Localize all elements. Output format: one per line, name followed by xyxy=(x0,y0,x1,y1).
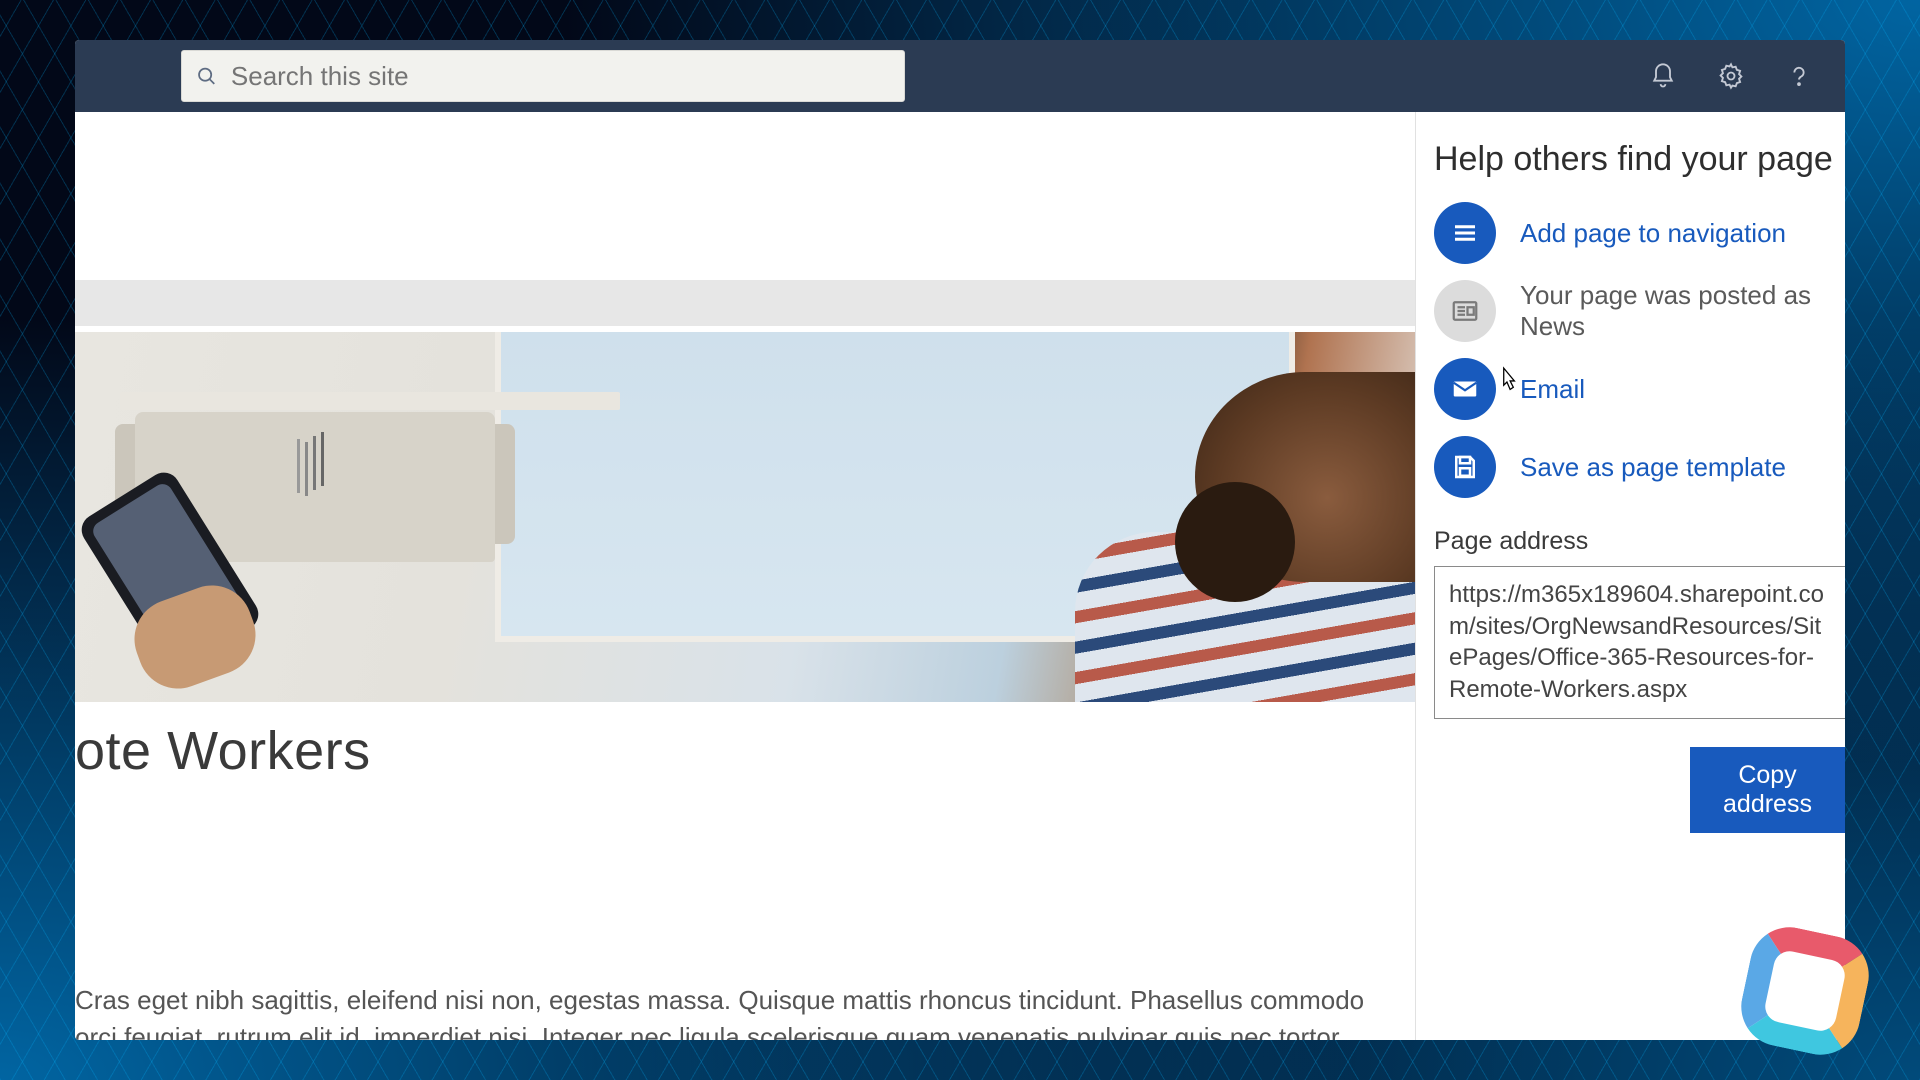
add-to-navigation-label: Add page to navigation xyxy=(1520,218,1786,249)
page-body-text: Cras eget nibh sagittis, eleifend nisi n… xyxy=(75,982,1375,1040)
search-icon xyxy=(196,65,217,87)
help-others-panel: Help others find your page Add page to n… xyxy=(1415,112,1845,1040)
settings-button[interactable] xyxy=(1703,48,1759,104)
suite-header xyxy=(75,40,1845,112)
search-box[interactable] xyxy=(181,50,905,102)
notifications-button[interactable] xyxy=(1635,48,1691,104)
question-icon xyxy=(1785,62,1813,90)
page-title: ote Workers xyxy=(75,720,371,782)
posted-as-news-label: Your page was posted as News xyxy=(1520,280,1845,342)
page-canvas: ote Workers Cras eget nibh sagittis, ele… xyxy=(75,112,1415,1040)
app-window: ote Workers Cras eget nibh sagittis, ele… xyxy=(75,40,1845,1040)
news-icon xyxy=(1434,280,1496,342)
email-action[interactable]: Email xyxy=(1430,357,1845,421)
hero-divider xyxy=(75,280,1415,326)
bell-icon xyxy=(1649,62,1677,90)
page-address-field[interactable]: https://m365x189604.sharepoint.com/sites… xyxy=(1434,566,1845,719)
posted-as-news-row: Your page was posted as News xyxy=(1430,279,1845,343)
email-label: Email xyxy=(1520,374,1585,405)
page-address-label: Page address xyxy=(1430,527,1845,556)
hero-image xyxy=(75,332,1415,702)
help-button[interactable] xyxy=(1771,48,1827,104)
gear-icon xyxy=(1717,62,1745,90)
search-input[interactable] xyxy=(231,61,890,92)
save-icon xyxy=(1434,436,1496,498)
save-template-label: Save as page template xyxy=(1520,452,1786,483)
mail-icon xyxy=(1434,358,1496,420)
hamburger-icon xyxy=(1434,202,1496,264)
content-row: ote Workers Cras eget nibh sagittis, ele… xyxy=(75,112,1845,1040)
panel-title: Help others find your page xyxy=(1430,140,1845,179)
copy-address-button[interactable]: Copy address xyxy=(1690,747,1845,833)
watermark-logo xyxy=(1720,916,1890,1066)
add-to-navigation-action[interactable]: Add page to navigation xyxy=(1430,201,1845,265)
save-template-action[interactable]: Save as page template xyxy=(1430,435,1845,499)
